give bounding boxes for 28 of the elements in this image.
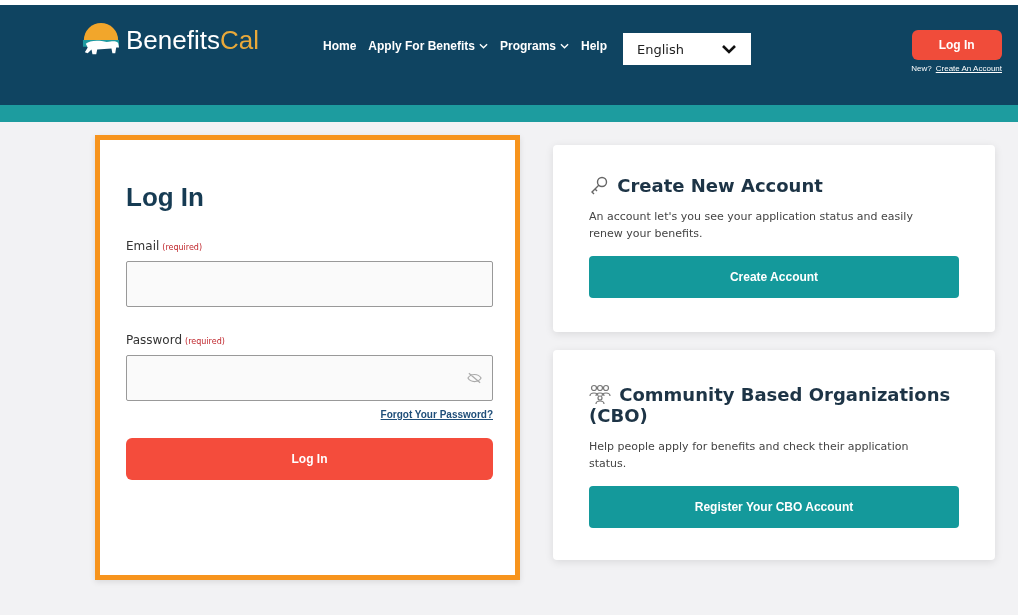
create-account-link[interactable]: Create An Account — [935, 64, 1002, 73]
card-description: Help people apply for benefits and check their application status. — [589, 439, 910, 472]
logo-text[interactable]: BenefitsCal — [126, 24, 259, 56]
chevron-down-icon — [721, 44, 738, 54]
password-field[interactable] — [126, 355, 493, 401]
language-select[interactable]: English — [623, 33, 752, 65]
login-submit-button[interactable]: Log In — [126, 438, 493, 480]
card-description: An account let's you see your application status and easily renew your benefits. — [589, 209, 914, 242]
card-title: Community Based Organizations (CBO) — [589, 384, 952, 426]
people-icon — [589, 384, 611, 404]
key-icon — [589, 175, 609, 195]
forgot-password-link[interactable]: Forgot Your Password? — [380, 409, 493, 420]
login-title: Log In — [126, 182, 205, 213]
required-note: (required) — [162, 243, 203, 252]
required-note: (required) — [185, 337, 225, 346]
nav-link[interactable]: Apply For Benefits — [368, 39, 488, 53]
hidden-eye-icon[interactable] — [467, 372, 482, 384]
new-prompt: New? — [911, 64, 932, 73]
card-title: Create New Account — [589, 175, 959, 196]
caret-icon — [479, 43, 488, 49]
email-field[interactable] — [126, 261, 493, 307]
field-label: Password — [126, 333, 183, 347]
caret-icon — [560, 43, 570, 49]
field-label: Email — [126, 239, 160, 253]
nav-link[interactable]: Home — [322, 39, 357, 53]
nav-link[interactable]: Help — [581, 39, 608, 53]
login-button[interactable]: Log In — [911, 30, 1002, 60]
nav-link[interactable]: Programs — [500, 39, 570, 53]
